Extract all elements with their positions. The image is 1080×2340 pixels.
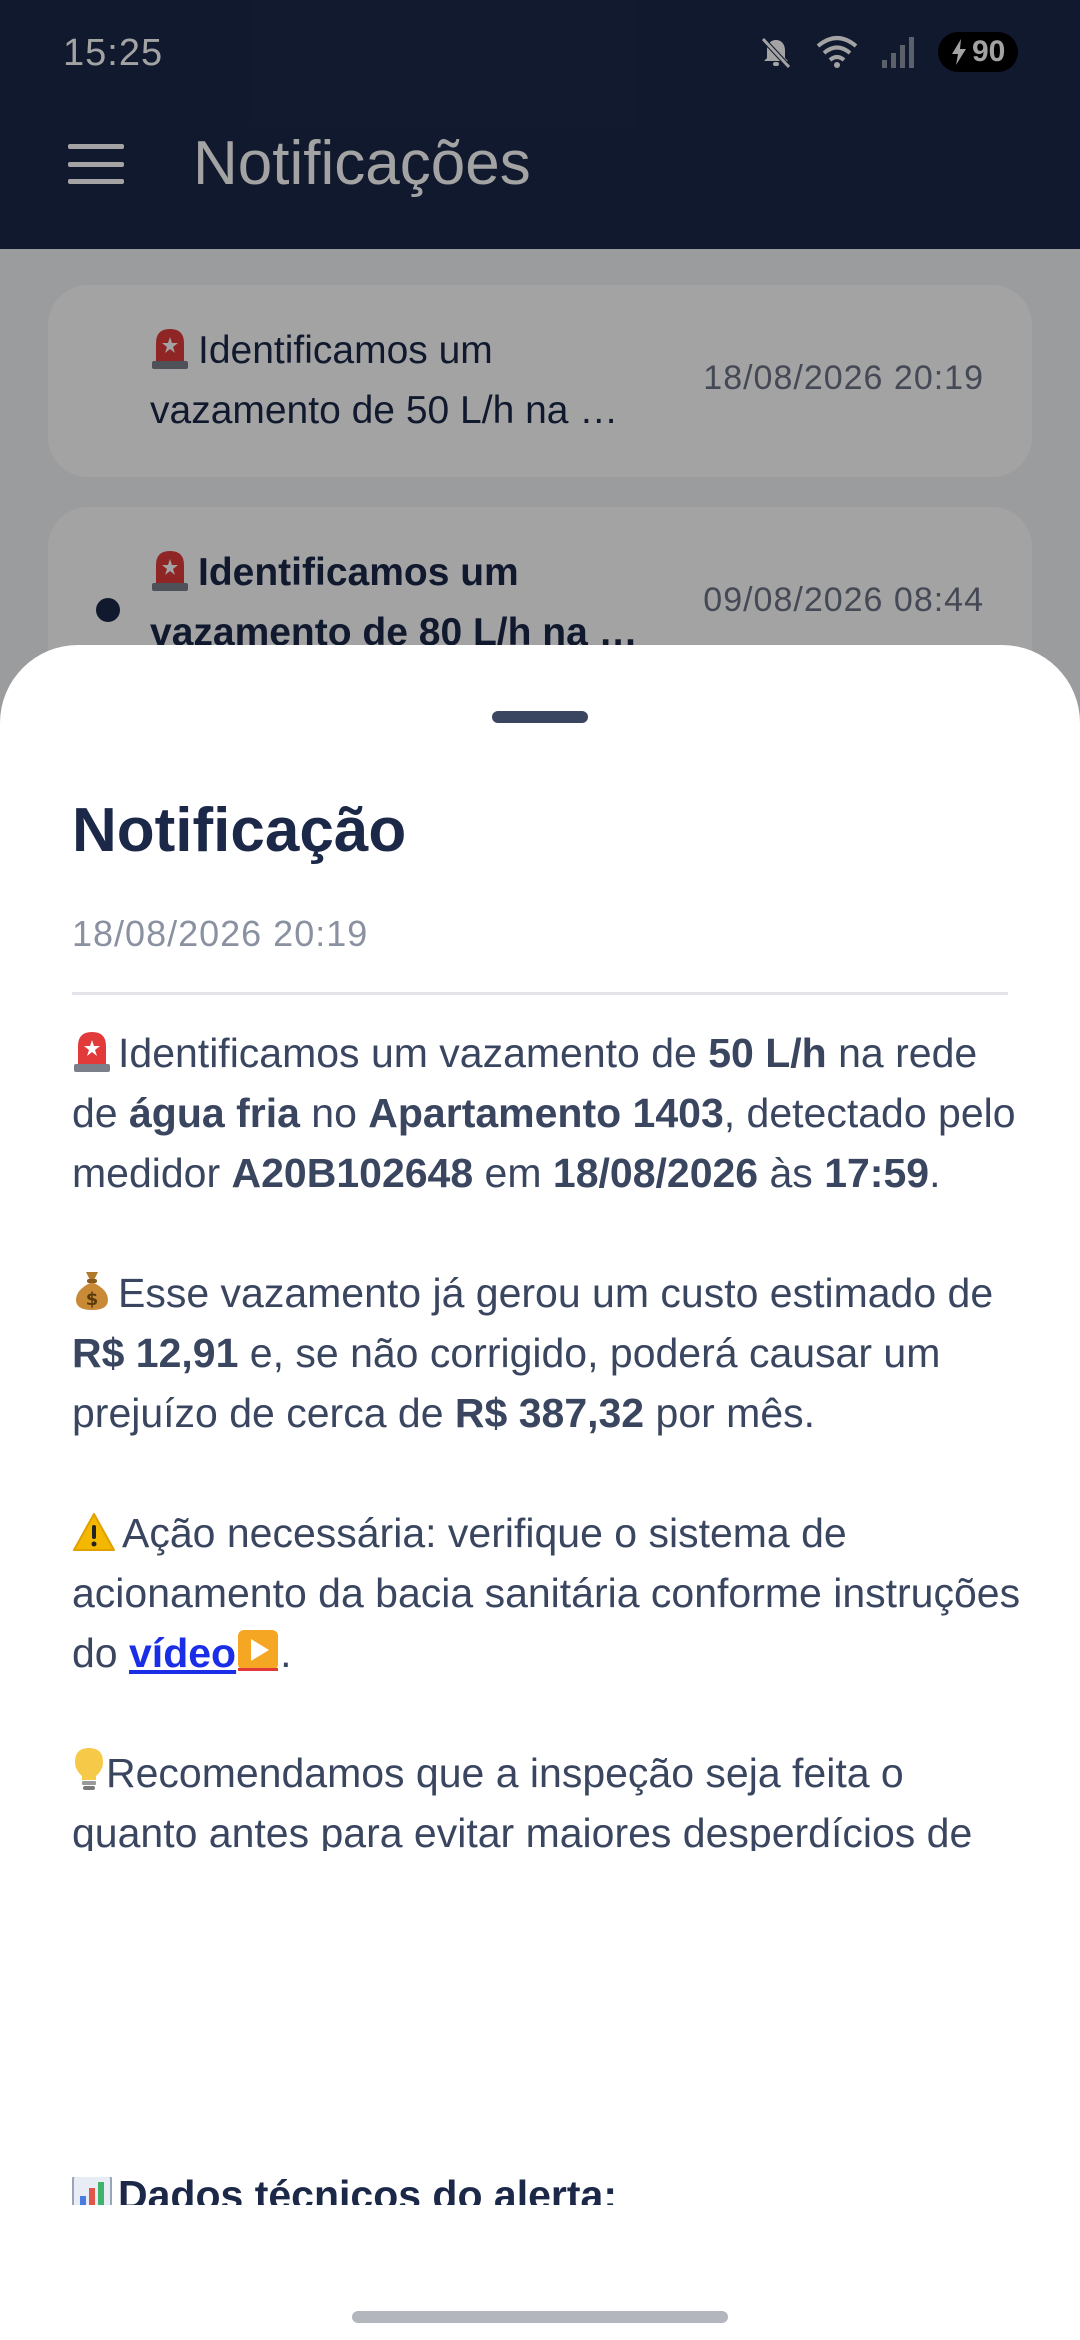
text: Identificamos um vazamento de <box>118 1030 709 1076</box>
apartment: Apartamento 1403 <box>368 1090 724 1136</box>
technical-data-heading: Dados técnicos do alerta: <box>72 2177 1008 2205</box>
leak-rate: 50 L/h <box>708 1030 827 1076</box>
estimated-cost: R$ 12,91 <box>72 1330 239 1376</box>
svg-text:$: $ <box>86 1289 99 1310</box>
water-network: água fria <box>129 1090 300 1136</box>
video-link[interactable]: vídeo <box>129 1630 236 1676</box>
siren-icon <box>74 1032 110 1072</box>
money-bag-icon: $ <box>76 1272 108 1310</box>
text: Recomendamos que a inspeção seja feita o… <box>72 1750 973 1851</box>
text: em <box>473 1150 553 1196</box>
text: por mês. <box>644 1390 816 1436</box>
divider <box>72 992 1008 995</box>
sheet-title: Notificação <box>72 796 407 865</box>
notification-detail-sheet: Notificação 18/08/2026 20:19 Identificam… <box>0 645 1080 2340</box>
meter-id: A20B102648 <box>231 1150 474 1196</box>
detection-time: 17:59 <box>824 1150 930 1196</box>
bar-chart-icon <box>72 2177 112 2205</box>
text: Esse vazamento já gerou um custo estimad… <box>118 1270 994 1316</box>
drag-handle[interactable] <box>492 711 588 723</box>
home-indicator[interactable] <box>352 2311 728 2323</box>
text: no <box>299 1090 369 1136</box>
message-paragraph-recommendation: Recomendamos que a inspeção seja feita o… <box>72 1743 1022 1851</box>
message-paragraph-cost: $ Esse vazamento já gerou um custo estim… <box>72 1263 1022 1443</box>
text: . <box>280 1630 292 1676</box>
technical-data-heading-text: Dados técnicos do alerta: <box>118 2177 617 2205</box>
text: . <box>929 1150 941 1196</box>
warning-icon <box>73 1513 115 1551</box>
message-paragraph-leak: Identificamos um vazamento de 50 L/h na … <box>72 1023 1022 1203</box>
sheet-date: 18/08/2026 20:19 <box>72 913 369 954</box>
detection-date: 18/08/2026 <box>552 1150 759 1196</box>
monthly-loss: R$ 387,32 <box>454 1390 645 1436</box>
play-button-icon[interactable] <box>236 1628 280 1672</box>
notification-message: Identificamos um vazamento de 50 L/h na … <box>72 1023 1022 1851</box>
message-paragraph-action: Ação necessária: verifique o sistema de … <box>72 1503 1022 1683</box>
light-bulb-icon <box>75 1748 103 1790</box>
text: às <box>758 1150 825 1196</box>
